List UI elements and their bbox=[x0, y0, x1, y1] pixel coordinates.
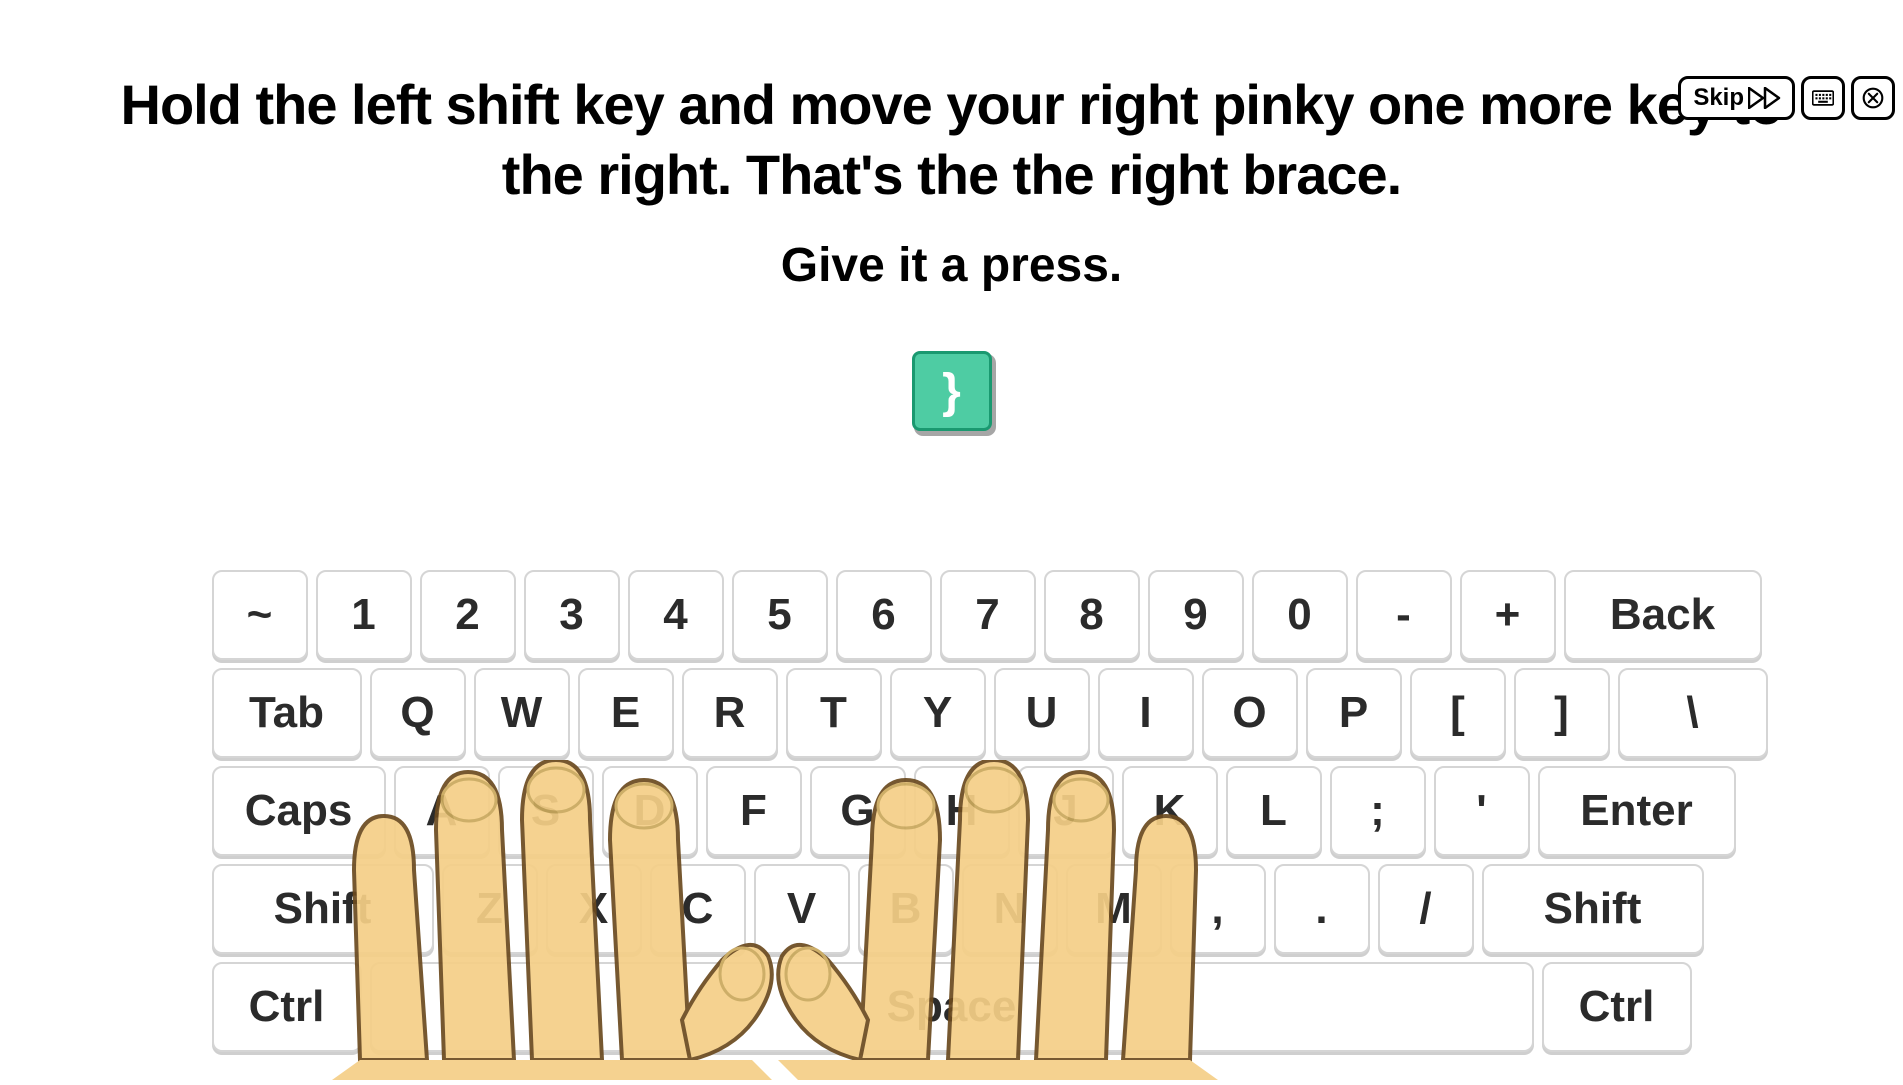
key-a[interactable]: A bbox=[394, 766, 490, 856]
key-backspace[interactable]: Back bbox=[1564, 570, 1762, 660]
key-plus[interactable]: + bbox=[1460, 570, 1556, 660]
target-key-container: } bbox=[0, 351, 1903, 431]
key-5[interactable]: 5 bbox=[732, 570, 828, 660]
key-4[interactable]: 4 bbox=[628, 570, 724, 660]
keyboard: ~ 1 2 3 4 5 6 7 8 9 0 - + Back Tab Q W E… bbox=[212, 570, 1692, 1060]
key-z[interactable]: Z bbox=[442, 864, 538, 954]
key-k[interactable]: K bbox=[1122, 766, 1218, 856]
key-g[interactable]: G bbox=[810, 766, 906, 856]
key-1[interactable]: 1 bbox=[316, 570, 412, 660]
close-button[interactable] bbox=[1851, 76, 1895, 120]
fast-forward-icon bbox=[1748, 87, 1782, 109]
key-right-ctrl[interactable]: Ctrl bbox=[1542, 962, 1692, 1052]
key-slash[interactable]: / bbox=[1378, 864, 1474, 954]
instruction-line-1: Hold the left shift key and move your ri… bbox=[120, 70, 1783, 210]
key-9[interactable]: 9 bbox=[1148, 570, 1244, 660]
key-6[interactable]: 6 bbox=[836, 570, 932, 660]
key-d[interactable]: D bbox=[602, 766, 698, 856]
key-r[interactable]: R bbox=[682, 668, 778, 758]
key-y[interactable]: Y bbox=[890, 668, 986, 758]
key-c[interactable]: C bbox=[650, 864, 746, 954]
top-toolbar: Skip bbox=[1678, 76, 1895, 120]
keyboard-icon bbox=[1812, 87, 1834, 109]
key-tab[interactable]: Tab bbox=[212, 668, 362, 758]
key-period[interactable]: . bbox=[1274, 864, 1370, 954]
key-n[interactable]: N bbox=[962, 864, 1058, 954]
key-0[interactable]: 0 bbox=[1252, 570, 1348, 660]
key-close-bracket[interactable]: ] bbox=[1514, 668, 1610, 758]
key-u[interactable]: U bbox=[994, 668, 1090, 758]
keyboard-row-3: Caps A S D F G H J K L ; ' Enter bbox=[212, 766, 1692, 856]
key-left-shift[interactable]: Shift bbox=[212, 864, 434, 954]
key-x[interactable]: X bbox=[546, 864, 642, 954]
key-7[interactable]: 7 bbox=[940, 570, 1036, 660]
key-b[interactable]: B bbox=[858, 864, 954, 954]
key-o[interactable]: O bbox=[1202, 668, 1298, 758]
keyboard-row-4: Shift Z X C V B N M , . / Shift bbox=[212, 864, 1692, 954]
key-e[interactable]: E bbox=[578, 668, 674, 758]
key-p[interactable]: P bbox=[1306, 668, 1402, 758]
key-minus[interactable]: - bbox=[1356, 570, 1452, 660]
key-8[interactable]: 8 bbox=[1044, 570, 1140, 660]
key-backslash[interactable]: \ bbox=[1618, 668, 1768, 758]
key-right-shift[interactable]: Shift bbox=[1482, 864, 1704, 954]
key-v[interactable]: V bbox=[754, 864, 850, 954]
key-l[interactable]: L bbox=[1226, 766, 1322, 856]
key-q[interactable]: Q bbox=[370, 668, 466, 758]
key-j[interactable]: J bbox=[1018, 766, 1114, 856]
keyboard-row-5: Ctrl Space Ctrl bbox=[212, 962, 1692, 1052]
key-apostrophe[interactable]: ' bbox=[1434, 766, 1530, 856]
key-left-ctrl[interactable]: Ctrl bbox=[212, 962, 362, 1052]
skip-label: Skip bbox=[1693, 84, 1744, 112]
key-h[interactable]: H bbox=[914, 766, 1010, 856]
keyboard-toggle-button[interactable] bbox=[1801, 76, 1845, 120]
key-f[interactable]: F bbox=[706, 766, 802, 856]
skip-button[interactable]: Skip bbox=[1678, 76, 1795, 120]
keyboard-row-1: ~ 1 2 3 4 5 6 7 8 9 0 - + Back bbox=[212, 570, 1692, 660]
key-3[interactable]: 3 bbox=[524, 570, 620, 660]
key-space[interactable]: Space bbox=[370, 962, 1534, 1052]
key-enter[interactable]: Enter bbox=[1538, 766, 1736, 856]
instruction-text: Hold the left shift key and move your ri… bbox=[0, 70, 1903, 293]
key-open-bracket[interactable]: [ bbox=[1410, 668, 1506, 758]
key-semicolon[interactable]: ; bbox=[1330, 766, 1426, 856]
target-key: } bbox=[912, 351, 992, 431]
key-i[interactable]: I bbox=[1098, 668, 1194, 758]
key-w[interactable]: W bbox=[474, 668, 570, 758]
close-icon bbox=[1862, 85, 1884, 111]
key-2[interactable]: 2 bbox=[420, 570, 516, 660]
instruction-line-2: Give it a press. bbox=[120, 238, 1783, 293]
key-t[interactable]: T bbox=[786, 668, 882, 758]
key-caps[interactable]: Caps bbox=[212, 766, 386, 856]
keyboard-row-2: Tab Q W E R T Y U I O P [ ] \ bbox=[212, 668, 1692, 758]
key-tilde[interactable]: ~ bbox=[212, 570, 308, 660]
key-s[interactable]: S bbox=[498, 766, 594, 856]
key-m[interactable]: M bbox=[1066, 864, 1162, 954]
key-comma[interactable]: , bbox=[1170, 864, 1266, 954]
